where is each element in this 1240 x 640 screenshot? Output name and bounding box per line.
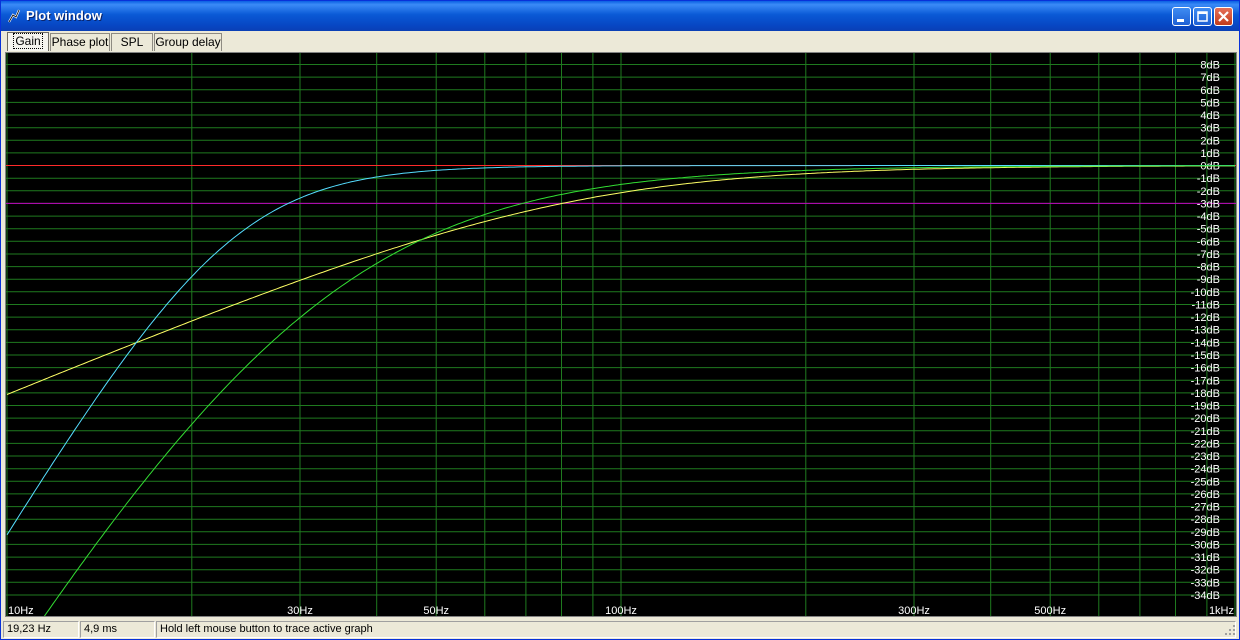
y-tick-label: -20dB [1191, 413, 1220, 425]
y-tick-label: -24dB [1191, 464, 1220, 476]
y-tick-label: -5dB [1197, 224, 1220, 236]
y-tick-label: -28dB [1191, 514, 1220, 526]
y-tick-label: -18dB [1191, 388, 1220, 400]
y-tick-label: -16dB [1191, 363, 1220, 375]
resize-grip-icon[interactable] [1224, 624, 1236, 636]
y-tick-label: -10dB [1191, 287, 1220, 299]
x-tick-label: 300Hz [898, 605, 930, 616]
y-tick-label: -23dB [1191, 451, 1220, 463]
status-time: 4,9 ms [80, 621, 155, 638]
y-tick-label: 2dB [1200, 135, 1220, 147]
y-tick-label: 7dB [1200, 72, 1220, 84]
x-tick-label: 500Hz [1034, 605, 1066, 616]
y-tick-label: -30dB [1191, 539, 1220, 551]
y-tick-label: -26dB [1191, 489, 1220, 501]
title-bar[interactable]: Plot window [1, 1, 1239, 31]
y-tick-label: -19dB [1191, 401, 1220, 413]
y-tick-label: 1dB [1200, 148, 1220, 160]
y-tick-label: -9dB [1197, 274, 1220, 286]
y-tick-label: -21dB [1191, 426, 1220, 438]
y-tick-label: -11dB [1191, 300, 1220, 312]
y-tick-label: 6dB [1200, 85, 1220, 97]
window-title: Plot window [26, 8, 102, 23]
tab-spl[interactable]: SPL [111, 33, 153, 51]
y-tick-label: -8dB [1197, 262, 1220, 274]
y-tick-label: -4dB [1197, 211, 1220, 223]
app-icon [8, 9, 21, 23]
y-tick-label: -27dB [1191, 502, 1220, 514]
gain-chart[interactable]: 8dB7dB6dB5dB4dB3dB2dB1dB0dB-1dB-2dB-3dB-… [6, 53, 1236, 622]
y-tick-label: 5dB [1200, 97, 1220, 109]
y-tick-label: -6dB [1197, 236, 1220, 248]
y-tick-label: 3dB [1200, 123, 1220, 135]
tab-phase-plot-label: Phase plot [51, 35, 109, 49]
y-tick-label: -25dB [1191, 476, 1220, 488]
x-tick-label: 10Hz [8, 605, 34, 616]
plot-window: Plot window Gain Phase plot SPL Group de… [0, 0, 1240, 640]
y-tick-label: -15dB [1191, 350, 1220, 362]
status-frequency: 19,23 Hz [3, 621, 79, 638]
y-tick-label: -2dB [1197, 186, 1220, 198]
y-tick-label: -12dB [1191, 312, 1220, 324]
close-button[interactable] [1214, 7, 1233, 26]
y-tick-label: -31dB [1191, 552, 1220, 564]
tab-gain-label: Gain [13, 33, 43, 49]
y-tick-label: -22dB [1191, 438, 1220, 450]
tab-group-delay[interactable]: Group delay [154, 33, 222, 51]
y-tick-label: 8dB [1200, 60, 1220, 72]
x-tick-label: 1kHz [1209, 605, 1234, 616]
tab-gain[interactable]: Gain [7, 32, 49, 51]
maximize-button[interactable] [1193, 7, 1212, 26]
y-tick-label: -34dB [1191, 590, 1220, 602]
y-tick-label: -3dB [1197, 198, 1220, 210]
close-icon [1218, 11, 1229, 22]
x-tick-label: 50Hz [423, 605, 449, 616]
y-tick-label: -14dB [1191, 337, 1220, 349]
y-tick-label: -7dB [1197, 249, 1220, 261]
tab-spl-label: SPL [120, 35, 144, 49]
y-tick-label: -32dB [1191, 565, 1220, 577]
y-tick-label: -1dB [1197, 173, 1220, 185]
status-bar: 19,23 Hz 4,9 ms Hold left mouse button t… [1, 619, 1239, 640]
maximize-icon [1197, 11, 1208, 22]
minimize-icon [1177, 19, 1184, 22]
x-tick-label: 30Hz [287, 605, 313, 616]
y-tick-label: 4dB [1200, 110, 1220, 122]
y-tick-label: -29dB [1191, 527, 1220, 539]
y-tick-label: -17dB [1191, 375, 1220, 387]
gain-plot-area[interactable]: 8dB 7dB 6dB 5dB 4dB 3dB 2dB 1dB 0dB -1dB -2dB -3dB -… [5, 52, 1237, 622]
y-tick-label: -13dB [1191, 325, 1220, 337]
y-tick-label: -33dB [1191, 577, 1220, 589]
tab-group-delay-label: Group delay [155, 35, 221, 49]
tab-phase-plot[interactable]: Phase plot [50, 33, 110, 51]
x-tick-label: 100Hz [605, 605, 637, 616]
status-hint: Hold left mouse button to trace active g… [156, 621, 1236, 638]
minimize-button[interactable] [1172, 7, 1191, 26]
